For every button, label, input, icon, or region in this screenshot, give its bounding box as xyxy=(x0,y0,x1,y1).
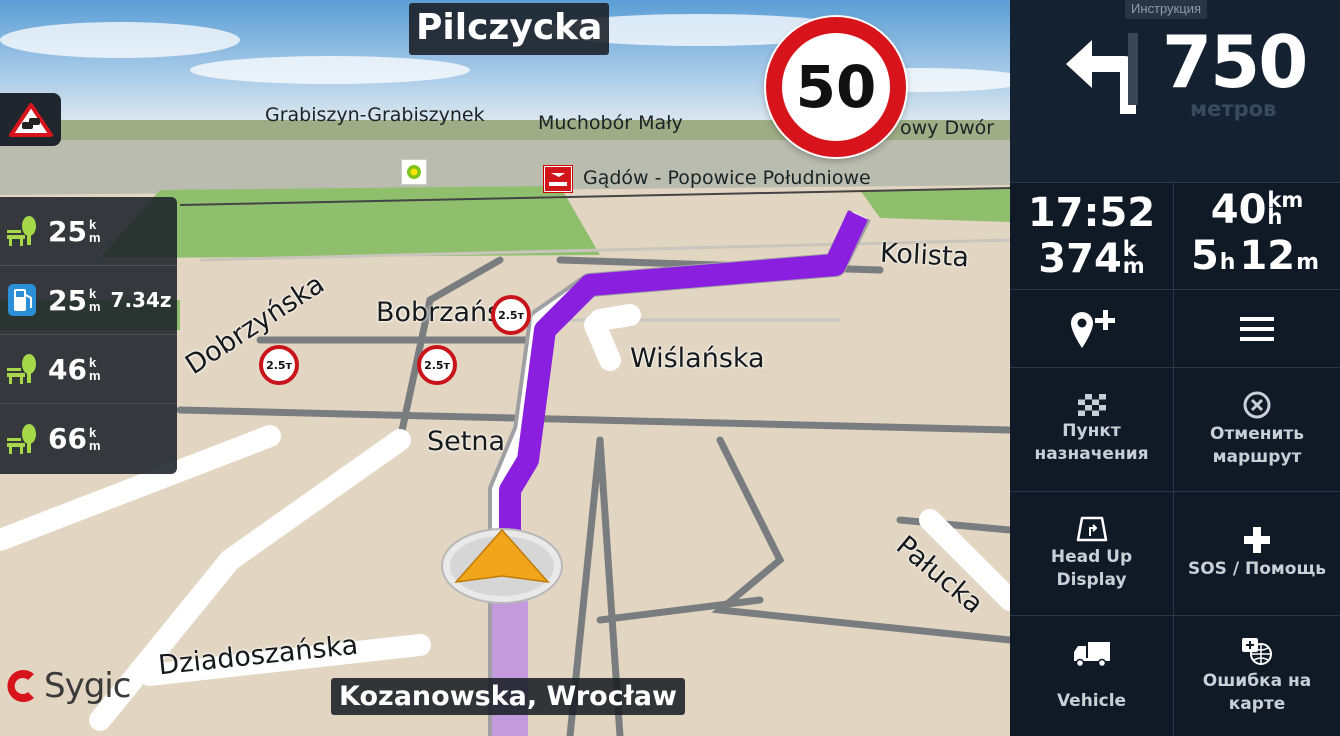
quick-actions-row xyxy=(1010,289,1340,367)
place-label: Gądów - Popowice Południowe xyxy=(583,167,871,189)
plus-cross-icon xyxy=(1244,527,1270,553)
poi-row-fuel[interactable]: 25 km 7.34z xyxy=(0,266,177,335)
hamburger-menu-icon xyxy=(1240,316,1274,341)
place-label: owy Dwór xyxy=(900,117,995,139)
instruction-box[interactable]: Инструкция 750 метров xyxy=(1010,0,1340,183)
cancel-label-1: Отменить xyxy=(1210,423,1304,444)
checkered-flag-icon xyxy=(1077,393,1106,416)
place-label: Grabiszyn-Grabiszynek xyxy=(265,104,485,126)
current-speed: 40 km h xyxy=(1210,186,1304,233)
cancel-label-2: маршрут xyxy=(1212,446,1302,467)
head-up-display-icon xyxy=(1076,516,1107,541)
street-label: Wiślańska xyxy=(630,343,765,374)
street-label: Setna xyxy=(427,426,505,457)
truck-icon xyxy=(1073,641,1110,667)
speed-limit-sign: 50 xyxy=(766,17,906,157)
poi-distance: 25 xyxy=(48,283,87,317)
remaining-distance: 374 k m xyxy=(1038,236,1145,282)
lane-indicator xyxy=(1128,33,1138,105)
poi-distance: 66 xyxy=(48,422,87,455)
menu-button[interactable] xyxy=(1174,290,1340,367)
traffic-warning-icon xyxy=(8,102,53,137)
map-error-label-1: Ошибка на xyxy=(1202,671,1312,691)
destination-label: Kozanowska, Wrocław xyxy=(331,678,685,715)
place-label: Muchobór Mały xyxy=(538,112,683,134)
poi-unit: km xyxy=(88,286,101,314)
vehicle-button[interactable]: Vehicle xyxy=(1010,616,1174,736)
destination-label-1: Пункт xyxy=(1062,420,1121,441)
poi-unit: km xyxy=(88,424,101,453)
traffic-button[interactable] xyxy=(0,93,61,146)
head-up-display-button[interactable]: Head Up Display xyxy=(1010,492,1174,615)
hud-label-2: Display xyxy=(1056,569,1127,590)
poi-distance-panel[interactable]: 25 km 25 km 7.34z 46 km 66 km xyxy=(0,197,177,474)
sos-help-button[interactable]: SOS / Помощь xyxy=(1174,492,1340,615)
sos-label: SOS / Помощь xyxy=(1187,559,1326,579)
fuel-price: 7.34z xyxy=(110,288,172,312)
current-street-label: Pilczycka xyxy=(409,3,610,55)
poi-row-rest-area[interactable]: 46 km xyxy=(0,335,177,404)
weight-limit-sign: 2.5т xyxy=(417,345,457,385)
rest-area-icon xyxy=(4,349,40,389)
weight-limit-sign: 2.5т xyxy=(259,345,299,385)
weight-limit-sign: 2.5т xyxy=(491,295,531,335)
cancel-route-button[interactable]: Отменить маршрут xyxy=(1174,368,1340,491)
poi-row-rest-area[interactable]: 66 km xyxy=(0,404,177,473)
arrival-info[interactable]: 17:52 374 k m xyxy=(1010,183,1174,289)
street-label: Kolista xyxy=(879,237,970,274)
sygic-logo: Sygic xyxy=(4,666,131,706)
map-error-globe-icon xyxy=(1242,638,1272,665)
cancel-circle-icon xyxy=(1243,391,1271,418)
map-view[interactable]: Grabiszyn-Grabiszynek Muchobór Mały owy … xyxy=(0,0,1010,736)
poi-row-rest-area[interactable]: 25 km xyxy=(0,197,177,266)
rest-area-icon xyxy=(4,419,40,459)
poi-distance: 46 xyxy=(48,352,87,386)
fuel-station-icon xyxy=(4,280,40,320)
trip-stats[interactable]: 17:52 374 k m 40 km h 5h 12m xyxy=(1010,183,1340,289)
bp-station-icon[interactable] xyxy=(401,159,427,185)
add-location-pin-icon xyxy=(1070,309,1115,348)
poi-unit: km xyxy=(88,355,101,383)
rest-area-icon xyxy=(4,211,40,251)
tools-row: Head Up Display SOS / Помощь xyxy=(1010,491,1340,615)
speed-duration-info[interactable]: 40 km h 5h 12m xyxy=(1174,183,1340,289)
remaining-time: 5h 12m xyxy=(1190,232,1320,279)
poi-distance: 25 xyxy=(48,214,87,248)
settings-row: Vehicle Ошибка на карте xyxy=(1010,615,1340,736)
map-error-button[interactable]: Ошибка на карте xyxy=(1174,616,1340,736)
turn-distance: 750 xyxy=(1162,20,1308,104)
arrival-time: 17:52 xyxy=(1027,190,1156,236)
sygic-logo-icon xyxy=(7,670,34,702)
vehicle-position-icon xyxy=(441,528,563,604)
hud-label-1: Head Up xyxy=(1050,546,1133,567)
navigation-panel: Инструкция 750 метров 17:52 374 k m 40 km h … xyxy=(1010,0,1340,736)
map-error-label-2: карте xyxy=(1228,694,1286,714)
route-actions-row: Пункт назначения Отменить маршрут xyxy=(1010,367,1340,491)
vehicle-label: Vehicle xyxy=(1056,690,1127,711)
turn-distance-unit: метров xyxy=(1190,97,1277,121)
destination-button[interactable]: Пункт назначения xyxy=(1010,368,1174,491)
orlen-station-icon[interactable] xyxy=(543,165,573,193)
poi-unit: km xyxy=(88,217,101,245)
logo-text: Sygic xyxy=(44,666,131,706)
add-waypoint-button[interactable] xyxy=(1010,290,1174,367)
destination-label-2: назначения xyxy=(1034,443,1149,464)
